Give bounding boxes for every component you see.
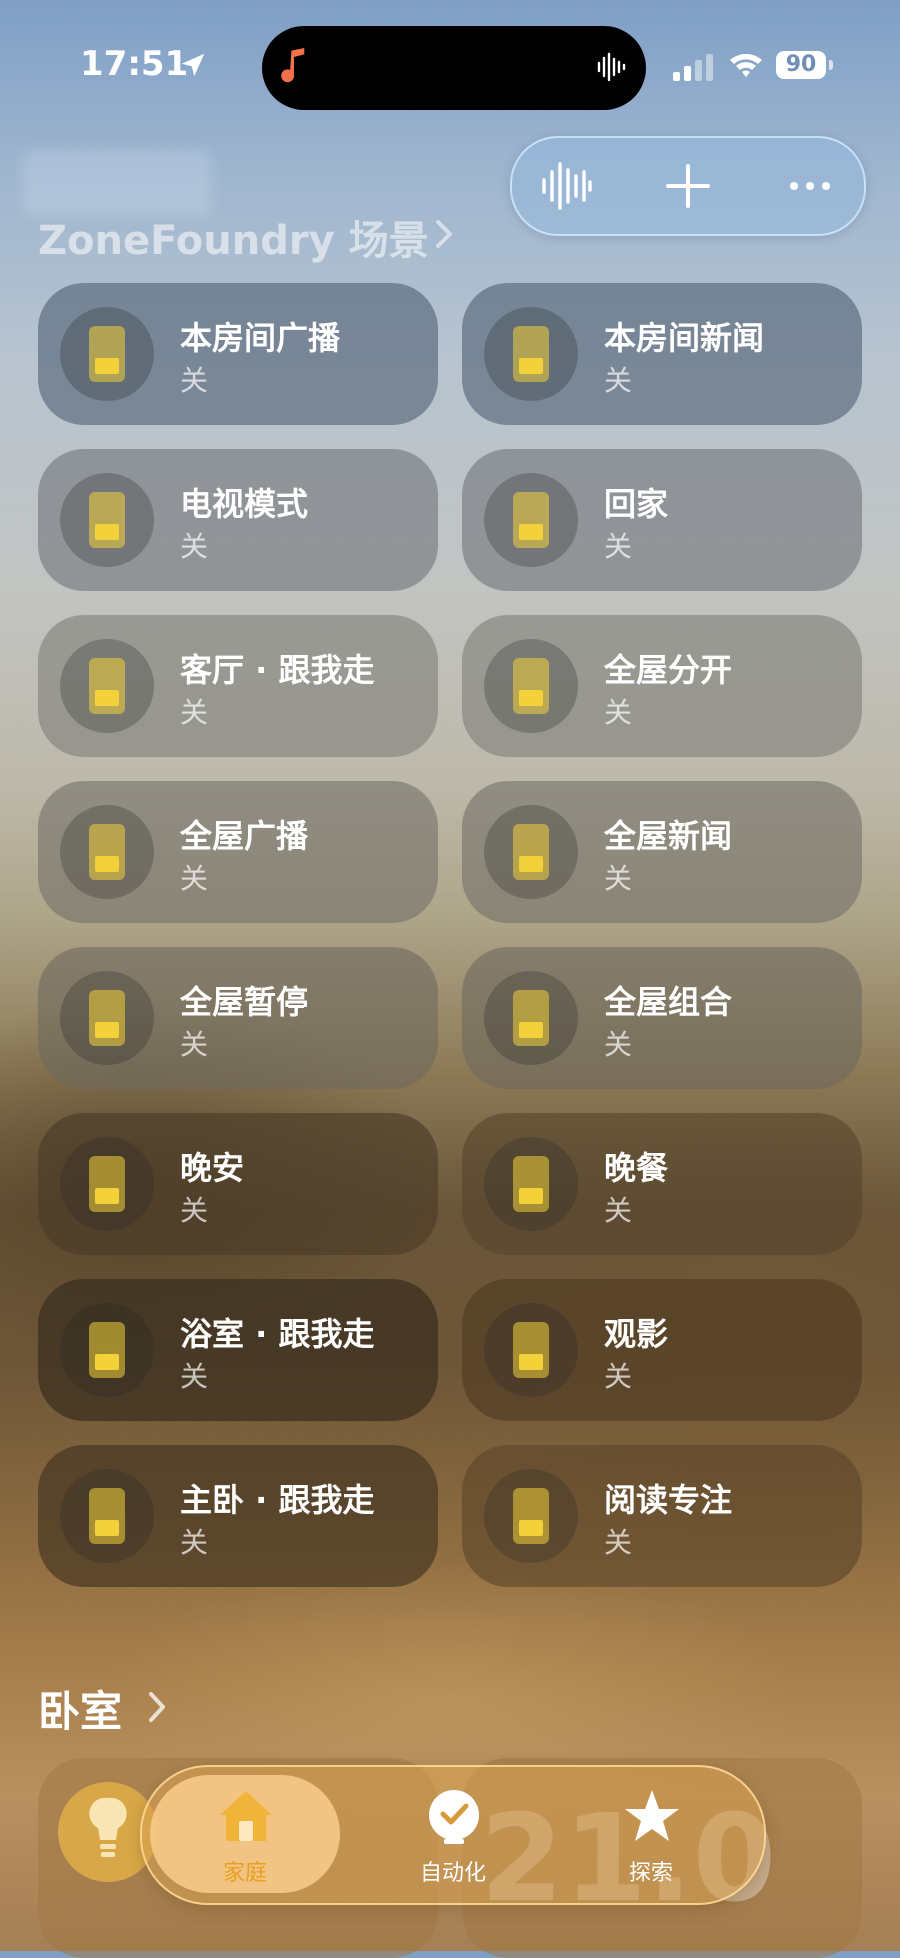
scene-name: 回家 — [604, 485, 669, 523]
scene-state: 关 — [180, 530, 209, 563]
music-note-icon — [281, 48, 305, 83]
tab-home[interactable]: 家庭 — [150, 1775, 340, 1893]
scene-tile[interactable]: 阅读专注关 — [462, 1445, 862, 1587]
cellular-signal-icon — [673, 54, 713, 81]
scene-state: 关 — [180, 696, 209, 729]
scene-tile-icon — [89, 1322, 125, 1378]
scene-tile-icon — [89, 990, 125, 1046]
scene-state: 关 — [604, 364, 633, 397]
room-section-title[interactable]: 卧室 — [38, 1678, 122, 1739]
scene-tile-icon — [89, 658, 125, 714]
scene-tile[interactable]: 全屋广播关 — [38, 781, 438, 923]
lightbulb-icon — [89, 1797, 127, 1857]
scene-tile-icon — [89, 1156, 125, 1212]
scene-name: 全屋暂停 — [180, 983, 309, 1021]
battery-tip — [829, 60, 833, 70]
scene-tile[interactable]: 本房间广播关 — [38, 283, 438, 425]
scene-name: 本房间新闻 — [604, 319, 765, 357]
scene-name: 晚餐 — [604, 1149, 669, 1187]
scene-state: 关 — [180, 364, 209, 397]
scene-tile[interactable]: 电视模式关 — [38, 449, 438, 591]
tab-automation[interactable]: 自动化 — [358, 1775, 548, 1893]
section-title[interactable]: ZoneFoundry 场景 — [38, 208, 429, 266]
scene-state: 关 — [604, 1360, 633, 1393]
scene-name: 本房间广播 — [180, 319, 341, 357]
top-actions-pill — [510, 136, 866, 236]
scene-state: 关 — [180, 1526, 209, 1559]
scene-state: 关 — [180, 1028, 209, 1061]
scene-tile-icon — [89, 492, 125, 548]
scene-state: 关 — [180, 1194, 209, 1227]
battery-level: 90 — [776, 51, 826, 79]
scene-name: 全屋组合 — [604, 983, 733, 1021]
scene-name: 晚安 — [180, 1149, 245, 1187]
scene-tile-icon — [513, 1322, 549, 1378]
scene-name: 浴室 · 跟我走 — [180, 1315, 375, 1353]
scene-tile[interactable]: 全屋组合关 — [462, 947, 862, 1089]
scene-state: 关 — [604, 530, 633, 563]
scene-state: 关 — [604, 862, 633, 895]
scene-tile-icon — [89, 1488, 125, 1544]
scene-tile[interactable]: 全屋暂停关 — [38, 947, 438, 1089]
scene-name: 电视模式 — [180, 485, 309, 523]
scene-tile-icon — [513, 1488, 549, 1544]
chevron-right-icon[interactable] — [146, 1690, 168, 1724]
scene-state: 关 — [180, 1360, 209, 1393]
scene-tile[interactable]: 观影关 — [462, 1279, 862, 1421]
scene-tile[interactable]: 晚餐关 — [462, 1113, 862, 1255]
scene-tile[interactable]: 主卧 · 跟我走关 — [38, 1445, 438, 1587]
scene-state: 关 — [604, 696, 633, 729]
tab-automation-label: 自动化 — [419, 1861, 486, 1886]
scene-state: 关 — [604, 1194, 633, 1227]
scene-tile[interactable]: 晚安关 — [38, 1113, 438, 1255]
location-arrow-icon — [181, 53, 205, 77]
waveform-mini-icon — [597, 52, 626, 82]
tab-explore-label: 探索 — [628, 1861, 673, 1886]
plus-icon[interactable] — [658, 156, 718, 216]
scene-tile-icon — [513, 658, 549, 714]
scene-tile-icon — [513, 492, 549, 548]
scene-state: 关 — [180, 862, 209, 895]
scene-tile-icon — [513, 824, 549, 880]
scene-name: 观影 — [604, 1315, 669, 1353]
tab-home-label: 家庭 — [222, 1861, 267, 1886]
scene-tile[interactable]: 本房间新闻关 — [462, 283, 862, 425]
chevron-right-icon[interactable] — [432, 218, 456, 250]
ellipsis-icon[interactable] — [780, 156, 840, 216]
waveform-icon[interactable] — [536, 156, 596, 216]
scene-tile[interactable]: 全屋新闻关 — [462, 781, 862, 923]
scene-tile-icon — [513, 1156, 549, 1212]
star-icon — [625, 1790, 679, 1841]
scene-name: 主卧 · 跟我走 — [180, 1481, 375, 1519]
scene-name: 客厅 · 跟我走 — [180, 651, 375, 689]
scene-tile[interactable]: 客厅 · 跟我走关 — [38, 615, 438, 757]
tab-explore[interactable]: 探索 — [556, 1775, 746, 1893]
tab-bar: 家庭 自动化 探索 — [140, 1765, 766, 1905]
scene-name: 全屋新闻 — [604, 817, 733, 855]
scene-name: 阅读专注 — [604, 1481, 733, 1519]
status-bar: 17:51 90 — [0, 0, 900, 130]
scene-tile-icon — [513, 326, 549, 382]
scene-name: 全屋广播 — [180, 817, 309, 855]
clock-check-icon — [429, 1790, 479, 1844]
status-time: 17:51 — [80, 44, 189, 84]
dynamic-island[interactable] — [262, 26, 646, 110]
scene-name: 全屋分开 — [604, 651, 733, 689]
scene-tile[interactable]: 回家关 — [462, 449, 862, 591]
scene-tile[interactable]: 全屋分开关 — [462, 615, 862, 757]
scene-tile-icon — [513, 990, 549, 1046]
scene-tile-icon — [89, 824, 125, 880]
house-icon — [220, 1791, 272, 1841]
blurred-header-ghost — [22, 150, 212, 216]
scene-tile[interactable]: 浴室 · 跟我走关 — [38, 1279, 438, 1421]
scene-tile-icon — [89, 326, 125, 382]
scene-state: 关 — [604, 1028, 633, 1061]
wifi-icon — [730, 53, 762, 77]
scene-state: 关 — [604, 1526, 633, 1559]
